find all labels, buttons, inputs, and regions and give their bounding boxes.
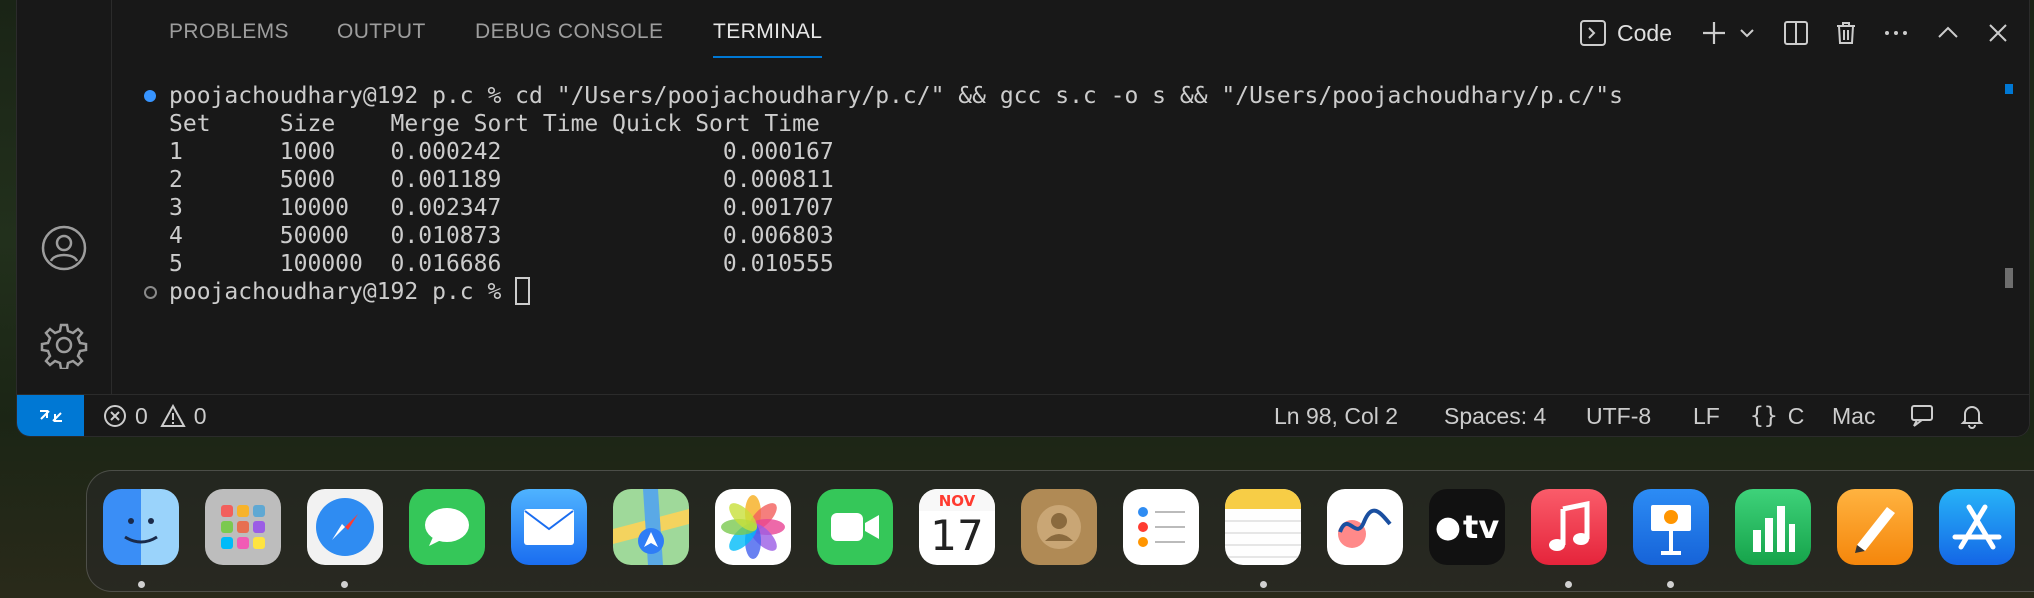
numbers-icon[interactable]: [1735, 489, 1811, 565]
reminders-icon[interactable]: [1123, 489, 1199, 565]
braces-icon: {}: [1750, 403, 1778, 429]
prompt-text: poojachoudhary@192 p.c %: [169, 279, 516, 305]
mail-icon[interactable]: [511, 489, 587, 565]
plus-icon: [1703, 22, 1725, 44]
chevron-up-icon: [1938, 26, 1958, 38]
terminal-line: 5 100000 0.016686 0.010555: [169, 251, 834, 277]
bell-icon: [1960, 406, 1984, 429]
tv-label: tv: [1463, 508, 1500, 546]
music-icon[interactable]: [1531, 489, 1607, 565]
tab-debug-console[interactable]: DEBUG CONSOLE: [475, 20, 663, 60]
contacts-icon[interactable]: [1021, 489, 1097, 565]
app-store-icon[interactable]: [1939, 489, 2015, 565]
terminal-line: poojachoudhary@192 p.c % cd "/Users/pooj…: [169, 83, 1623, 109]
terminal-output[interactable]: poojachoudhary@192 p.c % cd "/Users/pooj…: [112, 76, 2029, 394]
split-icon: [1784, 21, 1808, 45]
command-pending-marker[interactable]: [144, 286, 157, 299]
terminal-line: 3 10000 0.002347 0.001707: [169, 195, 834, 221]
running-indicator: [1260, 581, 1267, 588]
warning-icon: [160, 404, 186, 427]
calendar-icon[interactable]: NOV 17: [919, 489, 995, 565]
tab-terminal[interactable]: TERMINAL: [713, 20, 823, 60]
notifications-button[interactable]: [1958, 395, 1986, 436]
terminal-name: Code: [1617, 19, 1672, 46]
scrollbar-thumb[interactable]: [2005, 268, 2013, 288]
terminal-line: 4 50000 0.010873 0.006803: [169, 223, 834, 249]
safari-icon[interactable]: [307, 489, 383, 565]
more-actions-button[interactable]: [1877, 12, 1915, 54]
trash-icon: [1837, 22, 1855, 44]
tab-problems[interactable]: PROBLEMS: [169, 20, 289, 60]
chevron-down-icon: [1740, 29, 1754, 38]
accounts-icon[interactable]: [40, 224, 88, 272]
calendar-month: NOV: [919, 489, 995, 511]
photos-icon[interactable]: [715, 489, 791, 565]
indentation-status[interactable]: Spaces: 4: [1444, 395, 1546, 436]
calendar-day: 17: [930, 511, 984, 560]
status-bar: 0 0 Ln 98, Col 2 Spaces: 4 UTF-8 LF {} C…: [17, 394, 2029, 436]
language-mode[interactable]: {} C: [1750, 395, 1805, 436]
freeform-icon[interactable]: [1327, 489, 1403, 565]
feedback-icon: [1911, 405, 1933, 427]
vscode-window: PROBLEMS OUTPUT DEBUG CONSOLE TERMINAL C…: [16, 0, 2030, 437]
maps-icon[interactable]: [613, 489, 689, 565]
running-indicator: [138, 581, 145, 588]
close-icon: [1989, 24, 2007, 42]
terminal-line: 2 5000 0.001189 0.000811: [169, 167, 834, 193]
close-panel-button[interactable]: [1979, 12, 2017, 54]
new-terminal-button[interactable]: [1695, 12, 1733, 54]
running-indicator: [341, 581, 348, 588]
notes-icon[interactable]: [1225, 489, 1301, 565]
terminal-icon: [1580, 20, 1606, 46]
command-success-marker[interactable]: [144, 90, 156, 102]
apple-tv-icon[interactable]: ● tv: [1429, 489, 1505, 565]
terminal-dropdown-button[interactable]: [1735, 12, 1759, 54]
language-label: C: [1787, 402, 1805, 429]
problems-status[interactable]: 0 0: [103, 395, 207, 436]
maximize-panel-button[interactable]: [1929, 12, 1967, 54]
gear-icon[interactable]: [40, 321, 88, 369]
terminal-panel: PROBLEMS OUTPUT DEBUG CONSOLE TERMINAL C…: [112, 0, 2029, 394]
dock: NOV 17 ● tv: [86, 470, 2034, 592]
messages-icon[interactable]: [409, 489, 485, 565]
error-icon: [104, 405, 126, 427]
keynote-icon[interactable]: [1633, 489, 1709, 565]
terminal-cursor: [515, 276, 531, 305]
ellipsis-icon: [1885, 31, 1907, 35]
split-terminal-button[interactable]: [1777, 12, 1815, 54]
warning-count: 0: [193, 402, 207, 429]
encoding-status[interactable]: UTF-8: [1586, 395, 1651, 436]
platform-status[interactable]: Mac: [1832, 395, 1875, 436]
facetime-icon[interactable]: [817, 489, 893, 565]
activity-bar: [17, 0, 112, 394]
running-indicator: [1565, 581, 1572, 588]
remote-icon: [39, 410, 62, 422]
terminal-prompt: poojachoudhary@192 p.c %: [169, 276, 531, 306]
remote-indicator-button[interactable]: [17, 395, 84, 436]
feedback-button[interactable]: [1909, 395, 1937, 436]
apple-logo-icon: ●: [1434, 509, 1462, 545]
launchpad-icon[interactable]: [205, 489, 281, 565]
kill-terminal-button[interactable]: [1827, 12, 1865, 54]
terminal-line: 1 1000 0.000242 0.000167: [169, 139, 834, 165]
cursor-position[interactable]: Ln 98, Col 2: [1274, 395, 1398, 436]
scrollbar-marker[interactable]: [2005, 84, 2013, 94]
terminal-instance-button[interactable]: Code: [1579, 12, 1683, 54]
tab-output[interactable]: OUTPUT: [337, 20, 426, 60]
finder-icon[interactable]: [103, 489, 179, 565]
running-indicator: [1667, 581, 1674, 588]
terminal-line: Set Size Merge Sort Time Quick Sort Time: [169, 111, 820, 137]
error-count: 0: [135, 402, 148, 429]
pages-icon[interactable]: [1837, 489, 1913, 565]
eol-status[interactable]: LF: [1693, 395, 1720, 436]
